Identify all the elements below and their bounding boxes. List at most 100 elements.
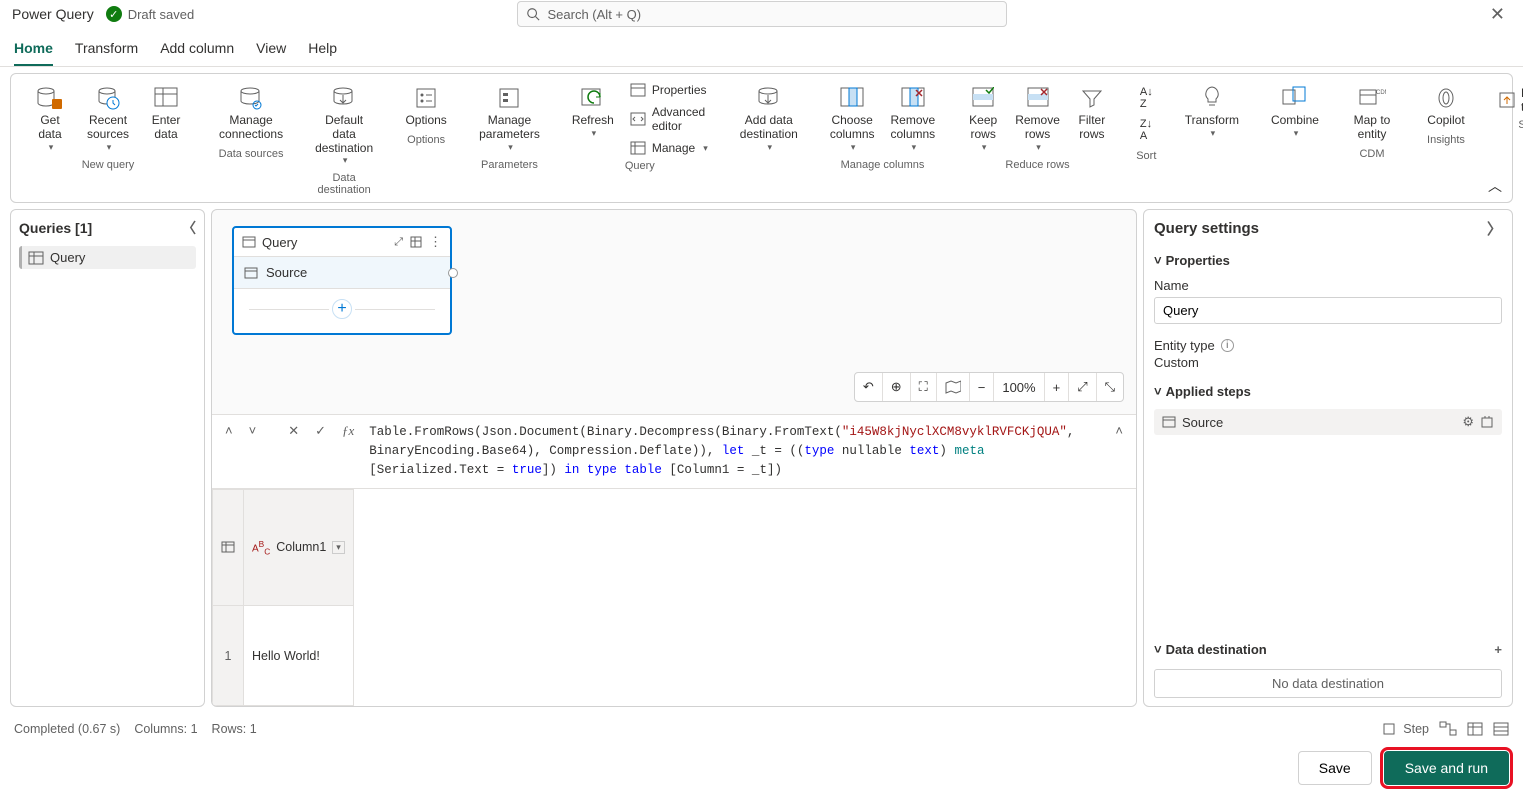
fx-icon[interactable]: ƒx xyxy=(337,421,359,441)
diagram-view[interactable]: Query ⤢ ⋮ Source + ↶ ⊕ ⛶ xyxy=(212,210,1136,415)
manage-parameters-button[interactable]: Manage parameters▾ xyxy=(473,80,546,157)
copilot-button[interactable]: Copilot xyxy=(1419,80,1473,132)
expand-icon[interactable] xyxy=(409,235,423,249)
output-port[interactable] xyxy=(448,268,458,278)
prev-step-button[interactable]: ˄ xyxy=(220,421,238,440)
cancel-formula-button[interactable]: ✕ xyxy=(283,421,304,441)
properties-section-header[interactable]: ˅Properties xyxy=(1154,253,1502,268)
add-data-destination-button[interactable]: Add data destination▾ xyxy=(734,80,804,157)
info-icon[interactable]: i xyxy=(1221,339,1234,352)
collapse-left-icon[interactable]: 〈 xyxy=(182,218,196,238)
fullscreen-button[interactable]: ⛶ xyxy=(911,373,937,401)
close-button[interactable]: ✕ xyxy=(1484,2,1511,27)
table-row[interactable]: 1 Hello World! xyxy=(213,605,354,705)
formula-input[interactable]: Table.FromRows(Json.Document(Binary.Deco… xyxy=(365,421,1104,481)
step-settings-icon[interactable]: ⚙ xyxy=(1462,414,1474,430)
map-to-entity-button[interactable]: CDM Map to entity xyxy=(1345,80,1399,146)
get-data-button[interactable]: Get data▾ xyxy=(23,80,77,157)
remove-rows-icon xyxy=(1022,84,1054,112)
keep-rows-button[interactable]: Keep rows▾ xyxy=(961,80,1005,157)
collapse-icon[interactable]: ⤢ xyxy=(394,236,403,249)
diagram-step-source[interactable]: Source xyxy=(234,257,450,289)
fit-button[interactable]: ⊕ xyxy=(883,373,911,401)
query-diagram-node[interactable]: Query ⤢ ⋮ Source + xyxy=(232,226,452,335)
filter-rows-button[interactable]: Filter rows xyxy=(1070,80,1114,146)
remove-rows-button[interactable]: Remove rows▾ xyxy=(1009,80,1066,157)
cell-value[interactable]: Hello World! xyxy=(244,605,354,705)
data-grid[interactable]: ABC Column1 ▾ 1 Hello World! xyxy=(212,489,1136,707)
collapse-right-icon[interactable]: 〉 xyxy=(1487,218,1502,239)
recent-sources-button[interactable]: Recent sources▾ xyxy=(81,80,135,157)
diagram-view-icon[interactable] xyxy=(1439,721,1457,737)
tab-transform[interactable]: Transform xyxy=(75,36,138,66)
formula-bar: ˄ ˅ ✕ ✓ ƒx Table.FromRows(Json.Document(… xyxy=(212,415,1136,488)
query-name-input[interactable] xyxy=(1154,297,1502,324)
query-name: Query xyxy=(50,250,85,265)
schema-view-icon[interactable] xyxy=(1493,722,1509,736)
entity-type-value: Custom xyxy=(1154,355,1502,370)
manage-connections-button[interactable]: Manage connections xyxy=(213,80,289,146)
query-settings-pane: Query settings 〉 ˅Properties Name Entity… xyxy=(1143,209,1513,707)
choose-columns-button[interactable]: Choose columns▾ xyxy=(824,80,881,157)
default-data-destination-button[interactable]: Default data destination▾ xyxy=(309,80,379,170)
group-insights: Insights xyxy=(1427,134,1465,146)
status-completed: Completed (0.67 s) xyxy=(14,722,120,736)
manage-button[interactable]: Manage▾ xyxy=(624,138,714,158)
cdm-icon: CDM xyxy=(1356,84,1388,112)
refresh-button[interactable]: Refresh▾ xyxy=(566,80,620,143)
database-icon xyxy=(34,84,66,112)
enter-data-button[interactable]: Enter data xyxy=(139,80,193,146)
transform-button[interactable]: Transform▾ xyxy=(1179,80,1245,143)
text-type-icon: ABC xyxy=(252,539,270,556)
data-view-icon[interactable] xyxy=(1467,722,1483,736)
group-options: Options xyxy=(407,134,445,146)
collapse-diagram-button[interactable]: ⤢ xyxy=(1069,373,1096,401)
applied-step-source[interactable]: Source ⚙ xyxy=(1154,409,1502,435)
destination-icon xyxy=(328,84,360,112)
collapse-ribbon-button[interactable]: ︿ xyxy=(1488,176,1502,196)
step-view-toggle[interactable]: Step xyxy=(1383,722,1429,736)
applied-steps-header[interactable]: ˅Applied steps xyxy=(1154,384,1502,399)
table-icon xyxy=(28,251,44,265)
combine-button[interactable]: Combine▾ xyxy=(1265,80,1325,143)
check-icon: ✓ xyxy=(106,6,122,22)
search-input[interactable]: Search (Alt + Q) xyxy=(517,1,1007,27)
properties-button[interactable]: Properties xyxy=(624,80,714,100)
save-and-run-button[interactable]: Save and run xyxy=(1384,751,1509,785)
column-header-column1[interactable]: ABC Column1 ▾ xyxy=(244,489,354,605)
tab-view[interactable]: View xyxy=(256,36,286,66)
more-icon[interactable]: ⋮ xyxy=(429,234,442,250)
column-filter-button[interactable]: ▾ xyxy=(332,541,345,554)
options-icon xyxy=(410,84,442,112)
advanced-editor-button[interactable]: Advanced editor xyxy=(624,102,714,136)
step-delete-icon[interactable] xyxy=(1480,415,1494,429)
remove-columns-button[interactable]: Remove columns▾ xyxy=(885,80,942,157)
select-all-corner[interactable] xyxy=(213,489,244,605)
export-template-button[interactable]: Export template xyxy=(1493,80,1523,117)
options-button[interactable]: Options xyxy=(399,80,453,132)
lightbulb-icon xyxy=(1196,84,1228,112)
undo-button[interactable]: ↶ xyxy=(855,373,883,401)
sort-desc-icon: Z↓A xyxy=(1140,118,1152,142)
expand-formula-button[interactable]: ˄ xyxy=(1110,421,1128,440)
sort-asc-button[interactable]: A↓Z xyxy=(1138,84,1155,112)
group-manage-columns: Manage columns xyxy=(841,159,925,171)
tab-add-column[interactable]: Add column xyxy=(160,36,234,66)
ribbon: Get data▾ Recent sources▾ Enter data New… xyxy=(10,73,1513,203)
group-data-destination: Data destination xyxy=(309,172,379,196)
map-button[interactable] xyxy=(937,373,970,401)
tab-help[interactable]: Help xyxy=(308,36,337,66)
save-button[interactable]: Save xyxy=(1298,751,1372,785)
query-list-item[interactable]: Query xyxy=(19,246,196,269)
zoom-out-button[interactable]: − xyxy=(970,373,995,401)
properties-icon xyxy=(630,83,646,97)
zoom-in-button[interactable]: + xyxy=(1045,373,1070,401)
next-step-button[interactable]: ˅ xyxy=(244,421,262,440)
data-destination-header[interactable]: ˅Data destination + xyxy=(1154,642,1502,657)
sort-desc-button[interactable]: Z↓A xyxy=(1138,116,1155,144)
expand-diagram-button[interactable]: ⤡ xyxy=(1097,373,1123,401)
add-destination-icon[interactable]: + xyxy=(1494,642,1502,657)
tab-home[interactable]: Home xyxy=(14,36,53,66)
add-step-button[interactable]: + xyxy=(332,299,352,319)
commit-formula-button[interactable]: ✓ xyxy=(310,421,331,441)
